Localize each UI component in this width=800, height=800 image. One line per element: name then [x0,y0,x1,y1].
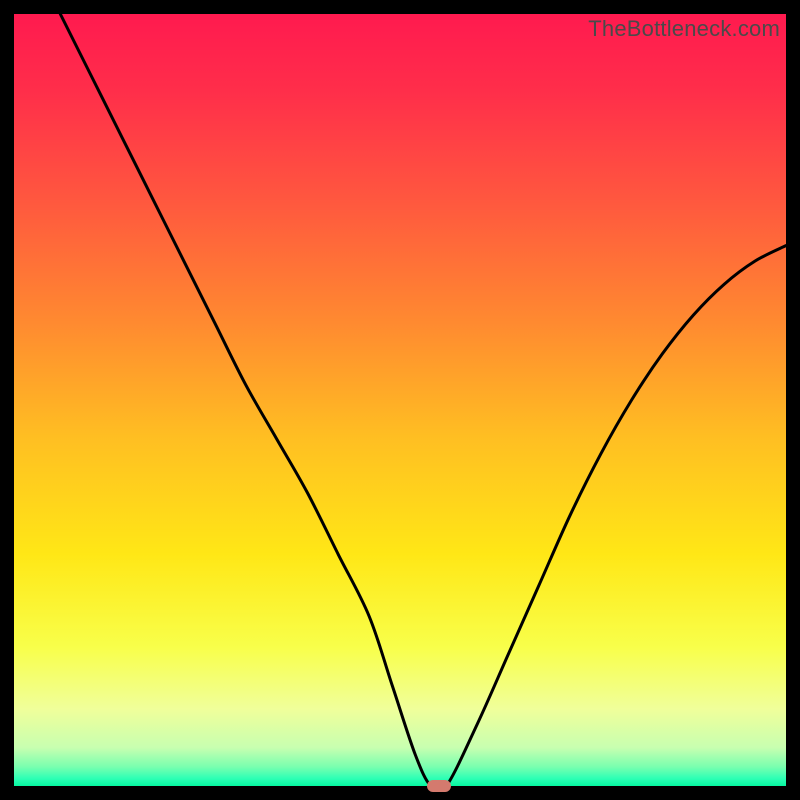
gradient-background [14,14,786,786]
bottleneck-plot [14,14,786,786]
chart-frame: TheBottleneck.com [14,14,786,786]
optimal-point-marker [427,780,451,792]
